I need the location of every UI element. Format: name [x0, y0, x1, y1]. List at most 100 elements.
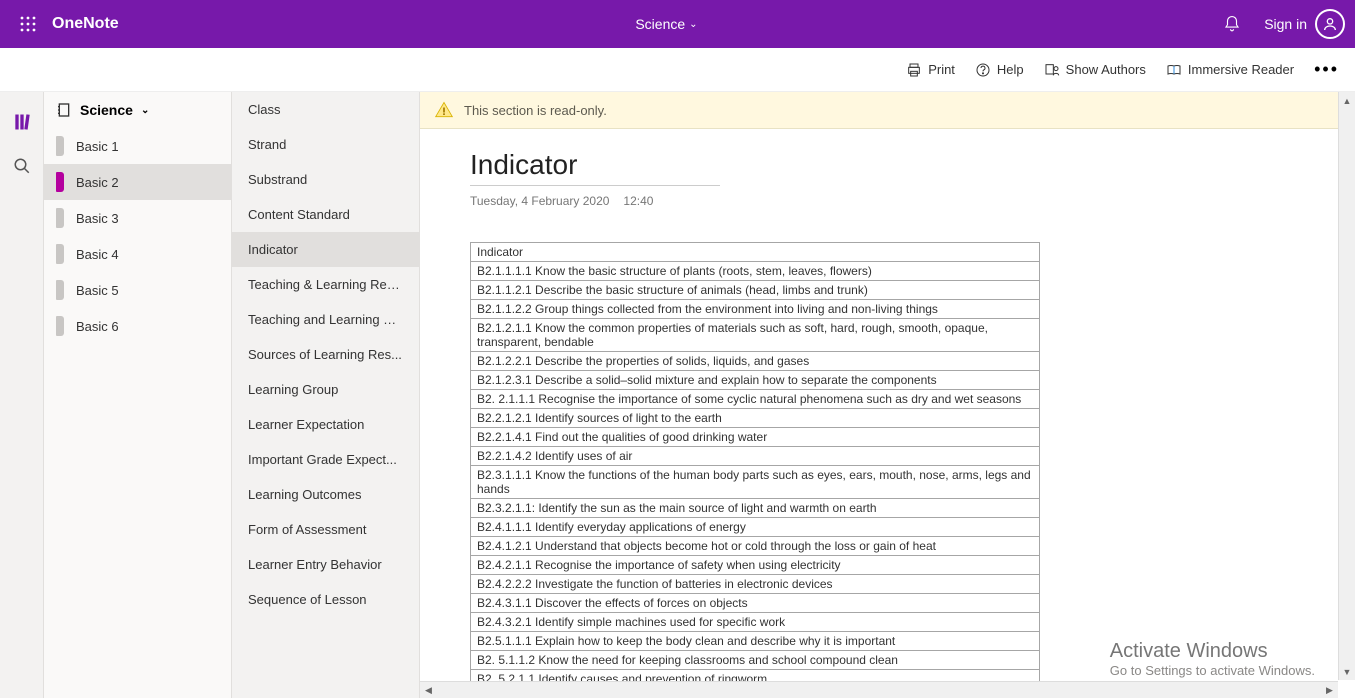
table-cell: B2.1.2.1.1 Know the common properties of…	[471, 319, 1040, 352]
table-row: B2.1.1.2.2 Group things collected from t…	[471, 300, 1040, 319]
table-cell: B2.2.1.4.2 Identify uses of air	[471, 447, 1040, 466]
page-item[interactable]: Substrand	[232, 162, 419, 197]
table-row: B2.3.1.1.1 Know the functions of the hum…	[471, 466, 1040, 499]
section-item[interactable]: Basic 1	[44, 128, 231, 164]
page-item[interactable]: Learner Entry Behavior	[232, 547, 419, 582]
section-label: Basic 1	[76, 139, 119, 154]
page-item[interactable]: Indicator	[232, 232, 419, 267]
page-item[interactable]: Sources of Learning Res...	[232, 337, 419, 372]
readonly-info-bar: This section is read-only.	[420, 92, 1355, 129]
horizontal-scrollbar[interactable]: ◀ ▶	[420, 681, 1338, 698]
section-item[interactable]: Basic 5	[44, 272, 231, 308]
table-cell: B2.5.1.1.1 Explain how to keep the body …	[471, 632, 1040, 651]
page-item[interactable]: Teaching and Learning R...	[232, 302, 419, 337]
section-label: Basic 3	[76, 211, 119, 226]
section-label: Basic 6	[76, 319, 119, 334]
section-tab-icon	[56, 244, 64, 264]
table-row: B2.1.2.3.1 Describe a solid–solid mixtur…	[471, 371, 1040, 390]
app-name: OneNote	[52, 15, 119, 33]
command-bar: Print Help Show Authors Immersive Reader…	[0, 48, 1355, 92]
table-cell: B2.1.1.2.2 Group things collected from t…	[471, 300, 1040, 319]
notebook-name: Science	[80, 102, 133, 118]
table-row: B2.4.3.1.1 Discover the effects of force…	[471, 594, 1040, 613]
table-row: B2.1.1.2.1 Describe the basic structure …	[471, 281, 1040, 300]
table-cell: B2. 5.1.1.2 Know the need for keeping cl…	[471, 651, 1040, 670]
search-button[interactable]	[0, 144, 44, 188]
table-header-cell: Indicator	[471, 243, 1040, 262]
page-canvas[interactable]: Indicator Tuesday, 4 February 2020 12:40…	[420, 129, 1355, 698]
chevron-down-icon: ⌄	[141, 105, 149, 116]
section-item[interactable]: Basic 4	[44, 236, 231, 272]
notebook-title-label: Science	[635, 16, 685, 32]
notebook-selector[interactable]: Science ⌄	[44, 92, 231, 128]
section-item[interactable]: Basic 2	[44, 164, 231, 200]
navigation-button[interactable]	[0, 100, 44, 144]
scroll-left-button[interactable]: ◀	[420, 682, 437, 698]
page-panel: ClassStrandSubstrandContent StandardIndi…	[232, 92, 420, 698]
page-item[interactable]: Content Standard	[232, 197, 419, 232]
more-options-button[interactable]: •••	[1314, 59, 1339, 80]
section-tab-icon	[56, 136, 64, 156]
print-button[interactable]: Print	[906, 62, 955, 78]
scroll-down-button[interactable]: ▼	[1339, 663, 1355, 680]
section-tab-icon	[56, 208, 64, 228]
table-cell: B2.3.1.1.1 Know the functions of the hum…	[471, 466, 1040, 499]
avatar-icon	[1315, 9, 1345, 39]
section-item[interactable]: Basic 6	[44, 308, 231, 344]
table-row: B2.4.2.1.1 Recognise the importance of s…	[471, 556, 1040, 575]
page-item[interactable]: Strand	[232, 127, 419, 162]
notebook-icon	[56, 102, 72, 118]
table-row: B2.4.2.2.2 Investigate the function of b…	[471, 575, 1040, 594]
notebook-title-dropdown[interactable]: Science ⌄	[119, 16, 1215, 32]
page-item[interactable]: Sequence of Lesson	[232, 582, 419, 617]
section-item[interactable]: Basic 3	[44, 200, 231, 236]
page-item[interactable]: Teaching & Learning Res...	[232, 267, 419, 302]
table-cell: B2.2.1.2.1 Identify sources of light to …	[471, 409, 1040, 428]
print-label: Print	[928, 62, 955, 77]
immersive-reader-button[interactable]: Immersive Reader	[1166, 62, 1294, 78]
help-label: Help	[997, 62, 1024, 77]
page-title[interactable]: Indicator	[470, 149, 720, 186]
help-button[interactable]: Help	[975, 62, 1024, 78]
section-label: Basic 5	[76, 283, 119, 298]
page-item[interactable]: Important Grade Expect...	[232, 442, 419, 477]
page-item[interactable]: Form of Assessment	[232, 512, 419, 547]
table-row: B2. 2.1.1.1 Recognise the importance of …	[471, 390, 1040, 409]
table-cell: B2.1.1.2.1 Describe the basic structure …	[471, 281, 1040, 300]
table-cell: B2.4.1.2.1 Understand that objects becom…	[471, 537, 1040, 556]
table-cell: B2.4.1.1.1 Identify everyday application…	[471, 518, 1040, 537]
table-cell: B2.2.1.4.1 Find out the qualities of goo…	[471, 428, 1040, 447]
notifications-button[interactable]	[1214, 6, 1250, 42]
page-item[interactable]: Learning Group	[232, 372, 419, 407]
table-cell: B2.4.2.2.2 Investigate the function of b…	[471, 575, 1040, 594]
table-row: B2.4.3.2.1 Identify simple machines used…	[471, 613, 1040, 632]
info-bar-message: This section is read-only.	[464, 103, 607, 118]
chevron-down-icon: ⌄	[689, 19, 697, 30]
table-row: B2.4.1.1.1 Identify everyday application…	[471, 518, 1040, 537]
table-row: B2.4.1.2.1 Understand that objects becom…	[471, 537, 1040, 556]
main-area: Science ⌄ Basic 1 Basic 2 Basic 3 Basic 4 Ba…	[0, 92, 1355, 698]
immersive-reader-label: Immersive Reader	[1188, 62, 1294, 77]
scroll-right-button[interactable]: ▶	[1321, 682, 1338, 698]
table-cell: B2.4.2.1.1 Recognise the importance of s…	[471, 556, 1040, 575]
table-row: B2.2.1.2.1 Identify sources of light to …	[471, 409, 1040, 428]
nav-rail	[0, 92, 44, 698]
page-meta: Tuesday, 4 February 2020 12:40	[470, 194, 1355, 208]
table-cell: B2.3.2.1.1: Identify the sun as the main…	[471, 499, 1040, 518]
vertical-scrollbar[interactable]: ▲ ▼	[1338, 92, 1355, 680]
section-tab-icon	[56, 316, 64, 336]
app-header: OneNote Science ⌄ Sign in	[0, 0, 1355, 48]
table-cell: B2.4.3.2.1 Identify simple machines used…	[471, 613, 1040, 632]
content-area: This section is read-only. Indicator Tue…	[420, 92, 1355, 698]
app-launcher-button[interactable]	[10, 6, 46, 42]
page-item[interactable]: Learner Expectation	[232, 407, 419, 442]
show-authors-label: Show Authors	[1066, 62, 1146, 77]
page-item[interactable]: Learning Outcomes	[232, 477, 419, 512]
scroll-up-button[interactable]: ▲	[1339, 92, 1355, 109]
show-authors-button[interactable]: Show Authors	[1044, 62, 1146, 78]
sign-in-button[interactable]: Sign in	[1264, 9, 1345, 39]
table-row: B2.5.1.1.1 Explain how to keep the body …	[471, 632, 1040, 651]
table-row: B2.2.1.4.1 Find out the qualities of goo…	[471, 428, 1040, 447]
page-item[interactable]: Class	[232, 92, 419, 127]
sign-in-label: Sign in	[1264, 16, 1307, 32]
